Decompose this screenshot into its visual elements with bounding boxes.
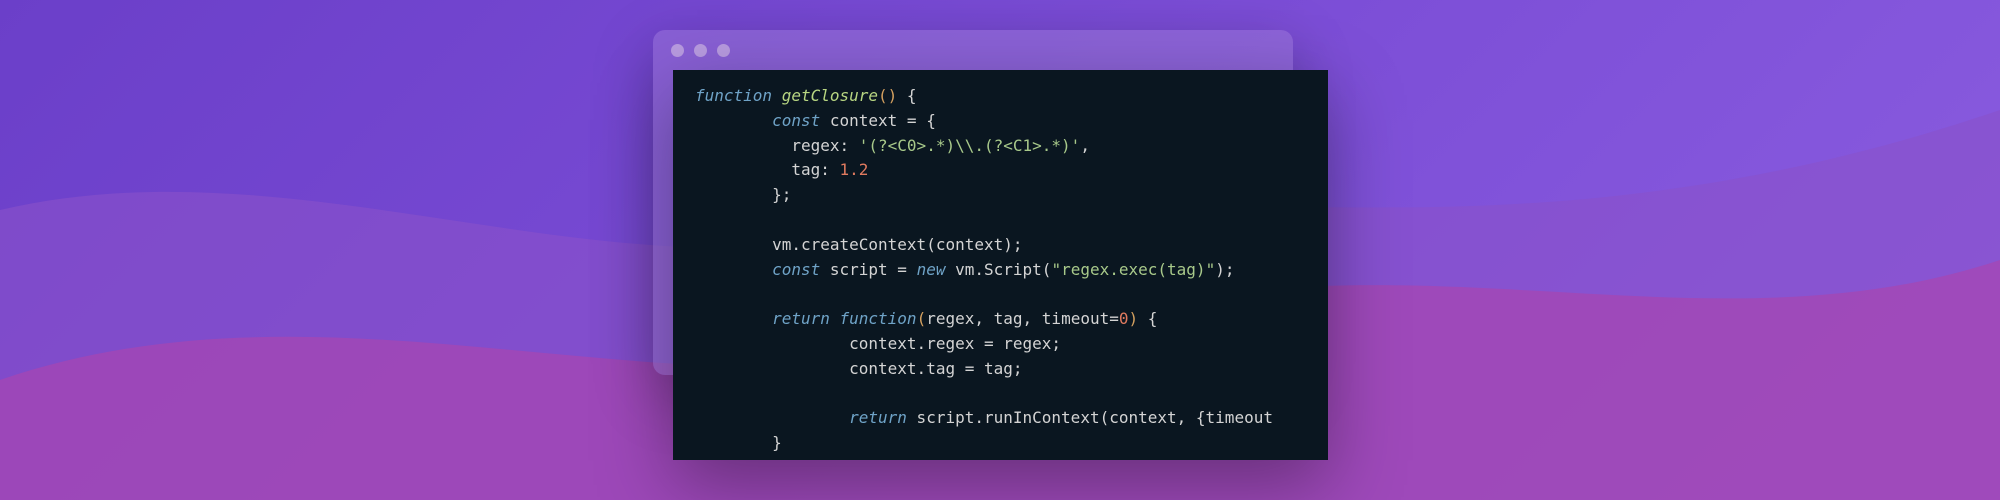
string-literal: "regex.exec(tag)" (1051, 260, 1215, 279)
window-controls (653, 30, 1293, 71)
keyword-const: const (772, 260, 820, 279)
minimize-icon[interactable] (694, 44, 707, 57)
code-line: context.tag = tag; (849, 359, 1022, 378)
close-icon[interactable] (671, 44, 684, 57)
number-literal: 1.2 (830, 160, 869, 179)
code-line: vm.createContext(context); (772, 235, 1022, 254)
code-editor: function getClosure() { const context = … (673, 70, 1328, 460)
string-literal: '(?<C0>.*)\\.(?<C1>.*)' (849, 136, 1080, 155)
code-line: context.regex = regex; (849, 334, 1061, 353)
property-regex: regex: (791, 136, 849, 155)
keyword-function: function (695, 86, 772, 105)
function-name: getClosure (782, 86, 878, 105)
keyword-return: return (849, 408, 907, 427)
keyword-function: function (830, 309, 917, 328)
keyword-new: new (917, 260, 946, 279)
keyword-return: return (772, 309, 830, 328)
parens: () (878, 86, 897, 105)
maximize-icon[interactable] (717, 44, 730, 57)
property-tag: tag: (791, 160, 830, 179)
keyword-const: const (772, 111, 820, 130)
